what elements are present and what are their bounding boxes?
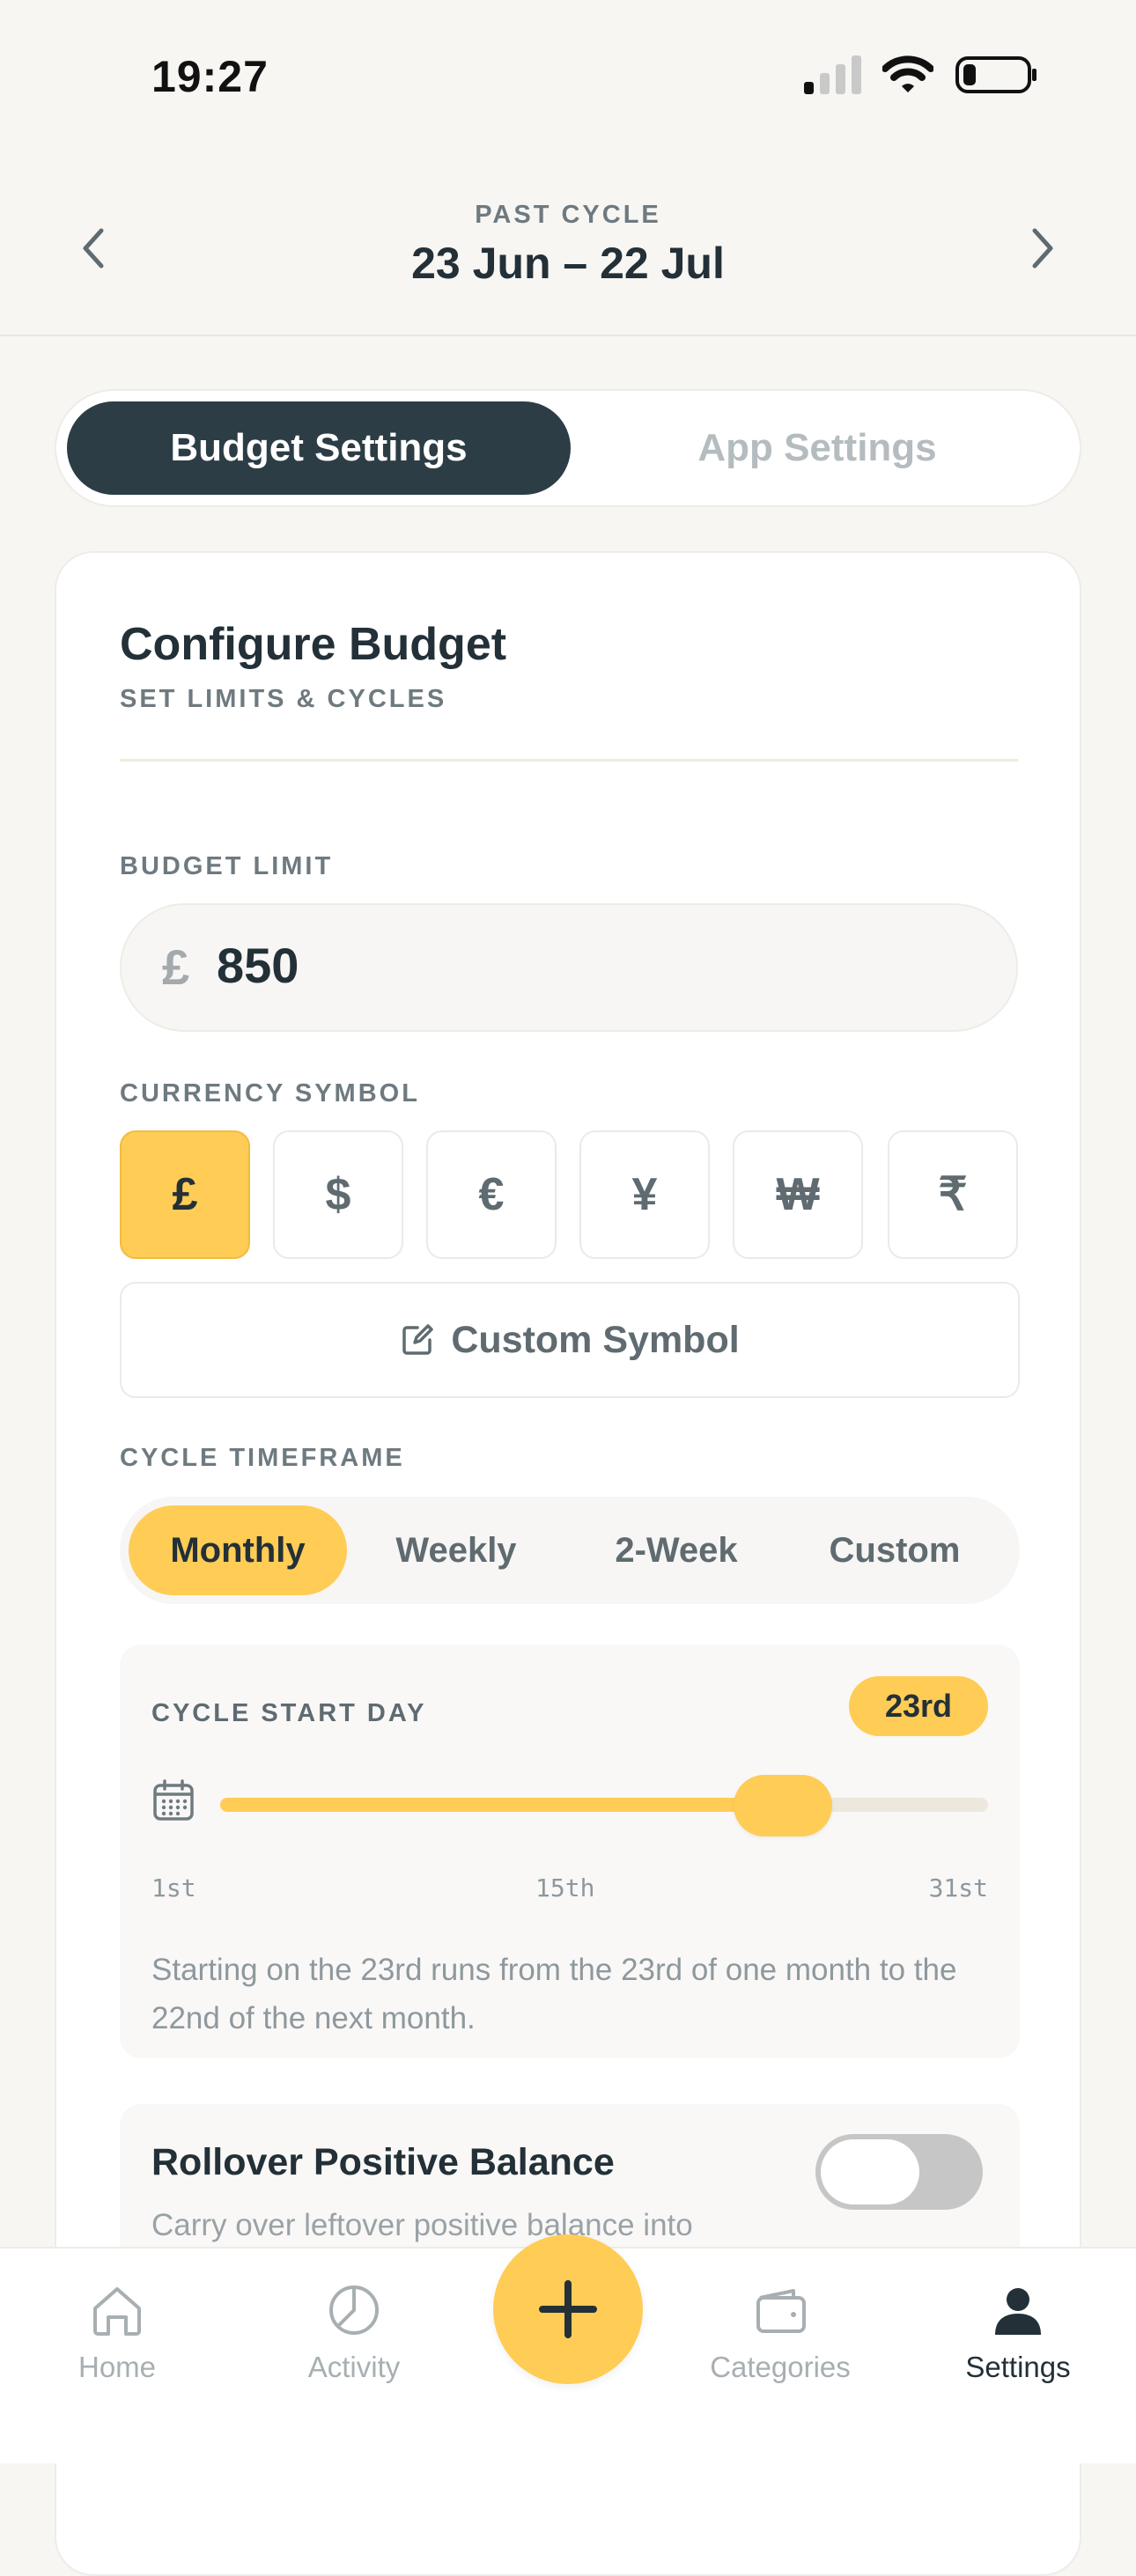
nav-activity-label: Activity xyxy=(307,2351,401,2383)
add-transaction-button[interactable] xyxy=(493,2234,643,2384)
nav-home[interactable]: Home xyxy=(29,2282,205,2384)
currency-option-gbp[interactable]: £ xyxy=(120,1130,250,1259)
currency-option-jpy[interactable]: ¥ xyxy=(579,1130,710,1259)
wifi-icon xyxy=(882,55,933,92)
calendar-icon xyxy=(153,1779,194,1821)
pie-chart-icon xyxy=(329,2285,379,2335)
edit-icon xyxy=(402,1324,434,1355)
timeframe-selector: Monthly Weekly 2-Week Custom xyxy=(120,1497,1020,1604)
chevron-right-icon xyxy=(1032,228,1053,269)
cycle-start-day-panel: CYCLE START DAY 23rd 1st 15th 31st Start… xyxy=(120,1645,1020,2058)
custom-symbol-label: Custom Symbol xyxy=(451,1318,740,1361)
start-day-badge: 23rd xyxy=(849,1676,988,1736)
currency-symbol-label: CURRENCY SYMBOL xyxy=(120,1079,420,1108)
nav-activity[interactable]: Activity xyxy=(266,2282,442,2384)
timeframe-monthly[interactable]: Monthly xyxy=(129,1505,347,1595)
budget-limit-label: BUDGET LIMIT xyxy=(120,852,334,880)
budget-limit-input[interactable]: £ 850 xyxy=(120,903,1018,1032)
cycle-label: PAST CYCLE xyxy=(475,201,661,229)
nav-home-label: Home xyxy=(77,2351,157,2383)
slider-tick-mid: 15th xyxy=(535,1873,595,1903)
home-icon xyxy=(93,2287,141,2336)
nav-settings-label: Settings xyxy=(965,2351,1071,2383)
cycle-start-day-label: CYCLE START DAY xyxy=(151,1699,427,1727)
rollover-toggle[interactable] xyxy=(815,2134,983,2210)
card-title: Configure Budget xyxy=(120,619,507,670)
timeframe-custom[interactable]: Custom xyxy=(786,1505,1004,1595)
tab-app-settings[interactable]: App Settings xyxy=(565,401,1069,495)
cycle-range: 23 Jun – 22 Jul xyxy=(411,239,725,288)
divider xyxy=(120,759,1018,762)
status-bar: 19:27 xyxy=(0,0,1136,150)
cellular-signal-icon xyxy=(804,55,861,94)
battery-icon xyxy=(955,56,1036,93)
budget-limit-value: 850 xyxy=(217,938,299,993)
start-day-slider-track[interactable] xyxy=(220,1798,988,1812)
plus-icon xyxy=(539,2280,597,2338)
custom-symbol-button[interactable]: Custom Symbol xyxy=(120,1282,1020,1398)
toggle-knob xyxy=(821,2139,919,2204)
currency-options: £ $ € ¥ ₩ ₹ xyxy=(120,1130,1020,1259)
start-day-description: Starting on the 23rd runs from the 23rd … xyxy=(151,1953,957,2035)
nav-categories[interactable]: Categories xyxy=(692,2282,868,2384)
status-icons xyxy=(804,55,1039,95)
nav-settings[interactable]: Settings xyxy=(930,2282,1106,2384)
user-icon xyxy=(995,2288,1041,2335)
currency-option-inr[interactable]: ₹ xyxy=(888,1130,1018,1259)
cycle-header: PAST CYCLE 23 Jun – 22 Jul xyxy=(0,150,1136,336)
timeframe-2-week[interactable]: 2-Week xyxy=(567,1505,786,1595)
currency-option-usd[interactable]: $ xyxy=(273,1130,403,1259)
wallet-icon xyxy=(756,2289,806,2333)
currency-option-eur[interactable]: € xyxy=(426,1130,557,1259)
card-subtitle: SET LIMITS & CYCLES xyxy=(120,685,447,713)
settings-tabs: Budget Settings App Settings xyxy=(55,389,1081,507)
slider-tick-min: 1st xyxy=(151,1873,196,1903)
slider-tick-max: 31st xyxy=(928,1873,988,1903)
cycle-timeframe-label: CYCLE TIMEFRAME xyxy=(120,1444,405,1472)
nav-categories-label: Categories xyxy=(710,2351,851,2383)
status-time: 19:27 xyxy=(151,52,269,101)
rollover-description: Carry over leftover positive balance int… xyxy=(151,2208,693,2242)
start-day-slider-fill xyxy=(220,1798,784,1812)
start-day-slider-thumb[interactable] xyxy=(734,1775,833,1836)
next-cycle-button[interactable] xyxy=(1016,222,1069,275)
rollover-title: Rollover Positive Balance xyxy=(151,2141,615,2183)
timeframe-weekly[interactable]: Weekly xyxy=(347,1505,565,1595)
currency-option-krw[interactable]: ₩ xyxy=(733,1130,863,1259)
currency-prefix: £ xyxy=(162,939,190,995)
tab-budget-settings[interactable]: Budget Settings xyxy=(67,401,571,495)
